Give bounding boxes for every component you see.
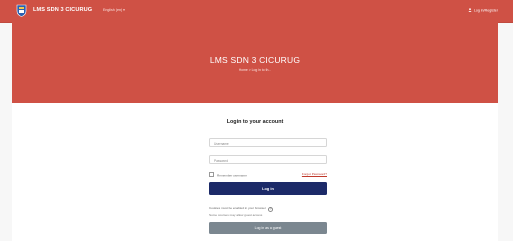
password-input[interactable]: Password: [209, 155, 327, 164]
remember-checkbox[interactable]: [209, 172, 214, 177]
remember-username-option[interactable]: Remember username: [209, 172, 247, 178]
question-circle-icon[interactable]: ?: [267, 206, 274, 213]
login-register-link[interactable]: Log in/Register: [468, 8, 498, 13]
page-header-banner: LMS SDN 3 CICURUG Home > Log in to th...: [12, 22, 498, 103]
guest-access-note: Some courses may allow guest access: [209, 213, 263, 217]
cookies-notice-text: Cookies must be enabled in your browser: [209, 206, 266, 210]
login-card: Login to your account Username Password …: [12, 103, 498, 241]
login-button[interactable]: Log in: [209, 182, 327, 195]
person-icon: [468, 8, 472, 12]
cookies-notice: Cookies must be enabled in your browser?: [209, 206, 274, 213]
breadcrumb[interactable]: Home > Log in to th...: [12, 68, 498, 72]
remember-label: Remember username: [217, 173, 247, 178]
school-logo-icon[interactable]: [16, 4, 27, 17]
language-menu[interactable]: English (en) ▾: [103, 8, 125, 12]
login-register-label: Log in/Register: [473, 8, 498, 13]
username-input[interactable]: Username: [209, 138, 327, 147]
top-navbar: LMS SDN 3 CICURUG English (en) ▾ Log in/…: [0, 0, 513, 23]
site-brand-link[interactable]: LMS SDN 3 CICURUG: [33, 7, 92, 13]
page-title: LMS SDN 3 CICURUG: [209, 55, 301, 65]
guest-login-button[interactable]: Log in as a guest: [209, 222, 327, 234]
forgot-password-link[interactable]: Forgot Password?: [302, 172, 327, 176]
login-heading: Login to your account: [226, 119, 284, 125]
